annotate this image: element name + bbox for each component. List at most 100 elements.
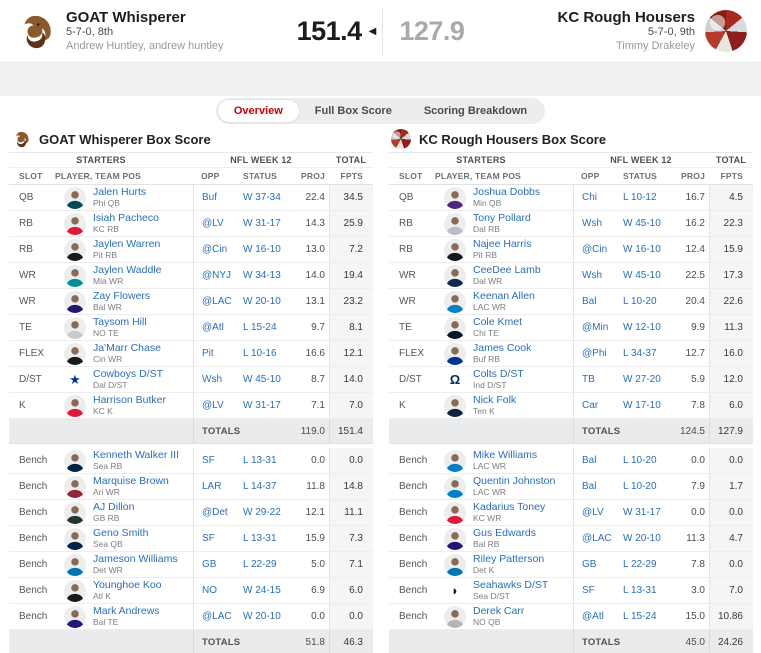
opponent-link[interactable]: Bal [582, 481, 596, 492]
opponent-link[interactable]: GB [202, 559, 216, 570]
game-status-link[interactable]: W 20-10 [243, 611, 281, 622]
player-name-link[interactable]: Geno Smith [93, 528, 148, 540]
opponent-link[interactable]: Wsh [582, 270, 602, 281]
game-status-link[interactable]: L 13-31 [243, 533, 277, 544]
player-name-link[interactable]: Cole Kmet [473, 317, 522, 329]
opponent-link[interactable]: @NYJ [202, 270, 231, 281]
game-status-link[interactable]: L 22-29 [243, 559, 277, 570]
player-name-link[interactable]: James Cook [473, 343, 531, 355]
game-status-link[interactable]: W 29-22 [243, 507, 281, 518]
player-name-link[interactable]: Marquise Brown [93, 476, 169, 488]
player-name-link[interactable]: CeeDee Lamb [473, 265, 541, 277]
player-name-link[interactable]: Isiah Pacheco [93, 213, 159, 225]
opponent-link[interactable]: @Atl [202, 322, 224, 333]
opponent-link[interactable]: TB [582, 374, 595, 385]
game-status-link[interactable]: W 20-10 [243, 296, 281, 307]
opponent-link[interactable]: @Min [582, 322, 608, 333]
player-name-link[interactable]: Jameson Williams [93, 554, 178, 566]
game-status-link[interactable]: L 14-37 [243, 481, 277, 492]
game-status-link[interactable]: W 16-10 [243, 244, 281, 255]
opponent-link[interactable]: Bal [582, 455, 596, 466]
game-status-link[interactable]: W 20-10 [623, 533, 661, 544]
game-status-link[interactable]: W 17-10 [623, 400, 661, 411]
opponent-link[interactable]: @LAC [202, 611, 232, 622]
tab-overview[interactable]: Overview [217, 100, 299, 122]
player-name-link[interactable]: Seahawks D/ST [473, 580, 548, 592]
player-name-link[interactable]: Derek Carr [473, 606, 524, 618]
opponent-link[interactable]: SF [202, 533, 215, 544]
opponent-link[interactable]: @Cin [202, 244, 227, 255]
player-name-link[interactable]: Quentin Johnston [473, 476, 555, 488]
tab-scoring-breakdown[interactable]: Scoring Breakdown [408, 100, 543, 122]
player-name-link[interactable]: Mark Andrews [93, 606, 160, 618]
game-status-link[interactable]: L 13-31 [243, 455, 277, 466]
opponent-link[interactable]: Car [582, 400, 598, 411]
player-name-link[interactable]: Keenan Allen [473, 291, 535, 303]
opponent-link[interactable]: @LAC [582, 533, 612, 544]
player-name-link[interactable]: Jaylen Waddle [93, 265, 161, 277]
game-status-link[interactable]: L 10-20 [623, 455, 657, 466]
game-status-link[interactable]: W 34-13 [243, 270, 281, 281]
player-name-link[interactable]: Mike Williams [473, 450, 537, 462]
player-name-link[interactable]: Joshua Dobbs [473, 187, 540, 199]
player-name-link[interactable]: Colts D/ST [473, 369, 524, 381]
player-name-link[interactable]: Zay Flowers [93, 291, 150, 303]
opponent-link[interactable]: @Atl [582, 611, 604, 622]
game-status-link[interactable]: W 16-10 [623, 244, 661, 255]
player-name-link[interactable]: Kenneth Walker III [93, 450, 179, 462]
game-status-link[interactable]: L 34-37 [623, 348, 657, 359]
game-status-link[interactable]: W 24-15 [243, 585, 281, 596]
game-status-link[interactable]: W 31-17 [623, 507, 661, 518]
game-status-link[interactable]: W 37-34 [243, 192, 281, 203]
game-status-link[interactable]: W 45-10 [243, 374, 281, 385]
player-name-link[interactable]: Najee Harris [473, 239, 531, 251]
player-name-link[interactable]: Kadarius Toney [473, 502, 545, 514]
game-status-link[interactable]: L 22-29 [623, 559, 657, 570]
player-name-link[interactable]: Cowboys D/ST [93, 369, 163, 381]
tab-full-box-score[interactable]: Full Box Score [299, 100, 408, 122]
game-status-link[interactable]: W 12-10 [623, 322, 661, 333]
game-status-link[interactable]: L 10-16 [243, 348, 277, 359]
opponent-link[interactable]: @LV [582, 507, 604, 518]
opponent-link[interactable]: @Cin [582, 244, 607, 255]
opponent-link[interactable]: Buf [202, 192, 217, 203]
player-name-link[interactable]: Gus Edwards [473, 528, 536, 540]
player-name-link[interactable]: Harrison Butker [93, 395, 166, 407]
game-status-link[interactable]: W 31-17 [243, 400, 281, 411]
player-name-link[interactable]: Tony Pollard [473, 213, 531, 225]
game-status-link[interactable]: W 31-17 [243, 218, 281, 229]
game-status-link[interactable]: W 45-10 [623, 270, 661, 281]
player-name-link[interactable]: AJ Dillon [93, 502, 134, 514]
opponent-link[interactable]: LAR [202, 481, 221, 492]
player-name-link[interactable]: Ja'Marr Chase [93, 343, 161, 355]
game-status-link[interactable]: W 45-10 [623, 218, 661, 229]
opponent-link[interactable]: @LV [202, 218, 224, 229]
player-name-link[interactable]: Riley Patterson [473, 554, 544, 566]
game-status-link[interactable]: L 10-20 [623, 296, 657, 307]
game-status-link[interactable]: L 15-24 [243, 322, 277, 333]
game-status-link[interactable]: L 10-20 [623, 481, 657, 492]
opponent-link[interactable]: Wsh [202, 374, 222, 385]
player-name-link[interactable]: Taysom Hill [93, 317, 147, 329]
opponent-link[interactable]: @LV [202, 400, 224, 411]
opponent-link[interactable]: @LAC [202, 296, 232, 307]
player-name-link[interactable]: Nick Folk [473, 395, 516, 407]
opponent-link[interactable]: Pit [202, 348, 214, 359]
game-status-link[interactable]: L 10-12 [623, 192, 657, 203]
home-team-name[interactable]: GOAT Whisperer [66, 9, 224, 26]
away-team-name[interactable]: KC Rough Housers [557, 9, 695, 26]
opponent-link[interactable]: SF [582, 585, 595, 596]
opponent-link[interactable]: @Phi [582, 348, 607, 359]
game-status-link[interactable]: W 27-20 [623, 374, 661, 385]
opponent-link[interactable]: Wsh [582, 218, 602, 229]
opponent-link[interactable]: NO [202, 585, 217, 596]
opponent-link[interactable]: Chi [582, 192, 597, 203]
opponent-link[interactable]: SF [202, 455, 215, 466]
game-status-link[interactable]: L 15-24 [623, 611, 657, 622]
player-name-link[interactable]: Jalen Hurts [93, 187, 146, 199]
opponent-link[interactable]: GB [582, 559, 596, 570]
player-name-link[interactable]: Younghoe Koo [93, 580, 162, 592]
player-name-link[interactable]: Jaylen Warren [93, 239, 160, 251]
game-status-link[interactable]: L 13-31 [623, 585, 657, 596]
opponent-link[interactable]: Bal [582, 296, 596, 307]
